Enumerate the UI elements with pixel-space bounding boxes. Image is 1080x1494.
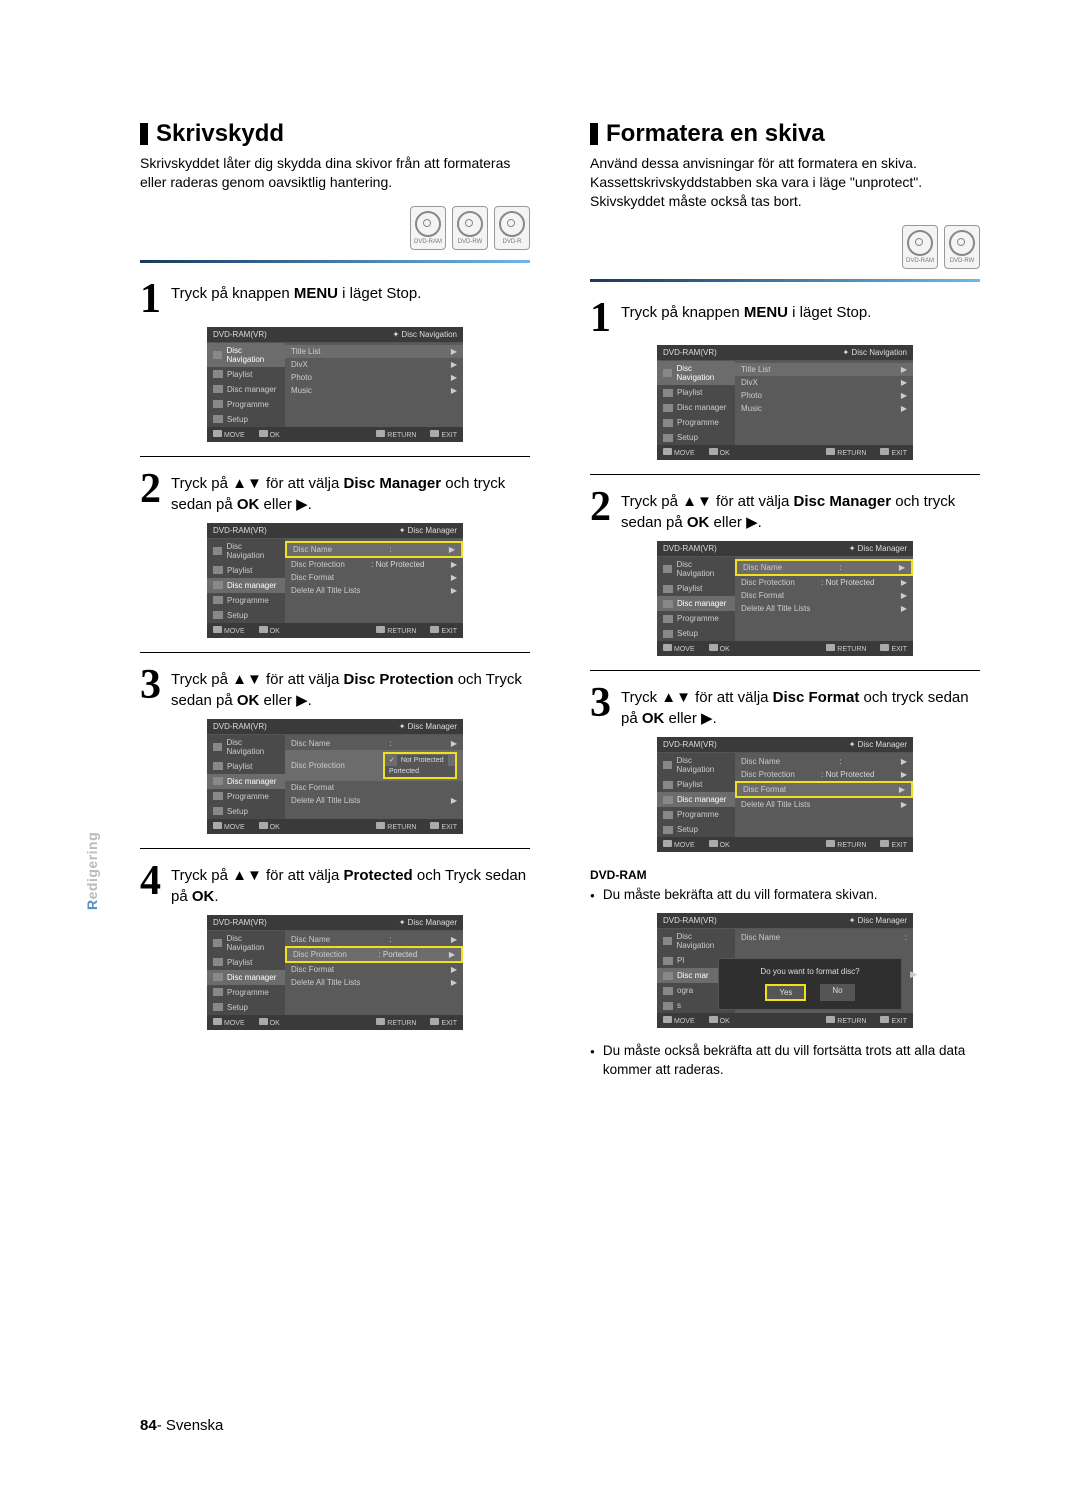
heading-left: Skrivskydd: [156, 120, 284, 148]
page-footer: 84- Svenska: [140, 1417, 223, 1434]
osd-left-2: DVD-RAM(VR)✦ Disc Manager Disc Navigatio…: [207, 523, 463, 638]
page: Redigering Skrivskydd Skrivskyddet låter…: [0, 0, 1080, 1494]
step-number: 2: [140, 471, 161, 509]
disc-icons-left: DVD-RAM DVD-RW DVD-R: [140, 206, 530, 250]
disc-icon-ram: DVD-RAM: [902, 225, 938, 269]
bullet-1: Du måste bekräfta att du vill formatera …: [590, 886, 980, 905]
step-text: Tryck på ▲▼ för att välja Disc Manager o…: [621, 489, 980, 533]
thin-separator: [590, 474, 980, 475]
side-tab: Redigering: [84, 832, 100, 910]
osd-right-3: DVD-RAM(VR)✦ Disc Manager Disc Navigatio…: [657, 737, 913, 852]
osd-right-2: DVD-RAM(VR)✦ Disc Manager Disc Navigatio…: [657, 541, 913, 656]
heading-tick-icon: [140, 123, 148, 145]
yes-button[interactable]: Yes: [765, 984, 806, 1001]
disc-icon-rw: DVD-RW: [944, 225, 980, 269]
separator: [140, 260, 530, 263]
subheading-dvdram: DVD-RAM: [590, 868, 980, 882]
dialog-buttons: Yes No: [725, 984, 895, 1001]
step-left-3: 3 Tryck på ▲▼ för att välja Disc Protect…: [140, 667, 530, 711]
step-text: Tryck på ▲▼ för att välja Disc Protectio…: [171, 667, 530, 711]
step-right-3: 3 Tryck ▲▼ för att välja Disc Format och…: [590, 685, 980, 729]
step-number: 3: [590, 685, 611, 723]
heading-bar-right: Formatera en skiva: [590, 120, 980, 148]
step-number: 1: [590, 300, 611, 338]
step-left-1: 1 Tryck på knappen MENU i läget Stop.: [140, 281, 530, 319]
step-number: 4: [140, 863, 161, 901]
thin-separator: [140, 848, 530, 849]
disc-icon-ram: DVD-RAM: [410, 206, 446, 250]
intro-left: Skrivskyddet låter dig skydda dina skivo…: [140, 154, 520, 192]
disc-icons-right: DVD-RAM DVD-RW: [590, 225, 980, 269]
disc-icon-r: DVD-R: [494, 206, 530, 250]
step-number: 3: [140, 667, 161, 705]
heading-right: Formatera en skiva: [606, 120, 825, 148]
right-column: Formatera en skiva Använd dessa anvisnin…: [590, 120, 980, 1088]
step-text: Tryck på knappen MENU i läget Stop.: [621, 300, 871, 323]
step-number: 2: [590, 489, 611, 527]
columns: Skrivskydd Skrivskyddet låter dig skydda…: [140, 120, 980, 1088]
heading-bar-left: Skrivskydd: [140, 120, 530, 148]
heading-tick-icon: [590, 123, 598, 145]
step-text: Tryck på ▲▼ för att välja Disc Manager o…: [171, 471, 530, 515]
scroll-indicator-icon: ▶: [910, 969, 917, 980]
protection-options: ✓ Not Protected Portected: [383, 752, 457, 779]
step-text: Tryck ▲▼ för att välja Disc Format och t…: [621, 685, 980, 729]
step-right-2: 2 Tryck på ▲▼ för att välja Disc Manager…: [590, 489, 980, 533]
left-column: Skrivskydd Skrivskyddet låter dig skydda…: [140, 120, 530, 1088]
intro-right: Använd dessa anvisningar för att formate…: [590, 154, 970, 211]
step-number: 1: [140, 281, 161, 319]
step-text: Tryck på ▲▼ för att välja Protected och …: [171, 863, 530, 907]
step-text: Tryck på knappen MENU i läget Stop.: [171, 281, 421, 304]
osd-left-3: DVD-RAM(VR)✦ Disc Manager Disc Navigatio…: [207, 719, 463, 834]
thin-separator: [140, 456, 530, 457]
no-button[interactable]: No: [820, 984, 854, 1001]
osd-left-1: DVD-RAM(VR)✦ Disc Navigation Disc Naviga…: [207, 327, 463, 442]
osd-right-4: DVD-RAM(VR)✦ Disc Manager Disc Navigatio…: [657, 913, 913, 1028]
step-left-2: 2 Tryck på ▲▼ för att välja Disc Manager…: [140, 471, 530, 515]
osd-right-1: DVD-RAM(VR)✦ Disc Navigation Disc Naviga…: [657, 345, 913, 460]
osd-left-4: DVD-RAM(VR)✦ Disc Manager Disc Navigatio…: [207, 915, 463, 1030]
step-right-1: 1 Tryck på knappen MENU i läget Stop.: [590, 300, 980, 338]
step-left-4: 4 Tryck på ▲▼ för att välja Protected oc…: [140, 863, 530, 907]
disc-icon-rw: DVD-RW: [452, 206, 488, 250]
thin-separator: [590, 670, 980, 671]
thin-separator: [140, 652, 530, 653]
bullet-2: Du måste också bekräfta att du vill fort…: [590, 1042, 980, 1080]
format-dialog: Do you want to format disc? Yes No: [719, 959, 901, 1009]
separator: [590, 279, 980, 282]
